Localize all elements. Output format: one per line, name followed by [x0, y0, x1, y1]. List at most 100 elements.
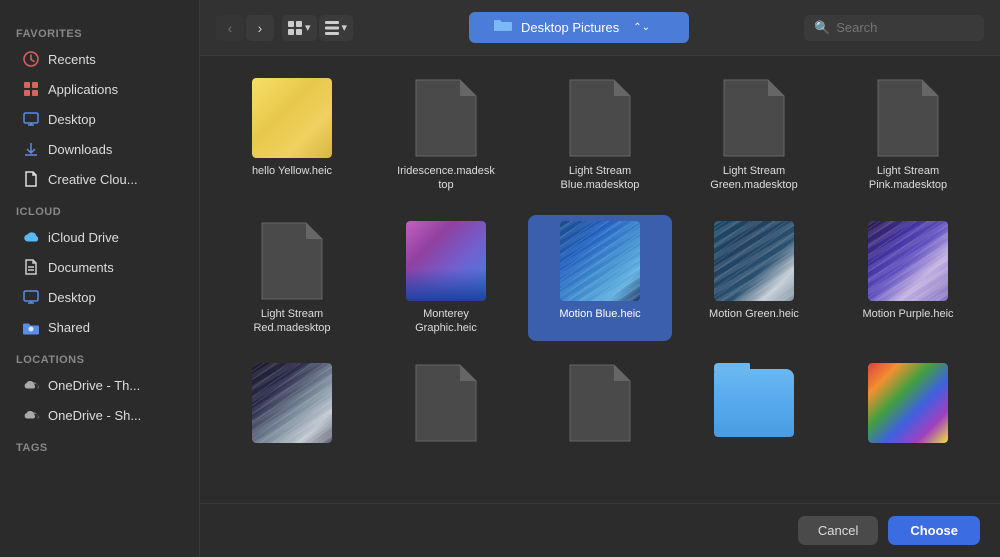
file-thumbnail — [406, 221, 486, 301]
choose-button[interactable]: Choose — [888, 516, 980, 545]
file-thumbnail — [868, 78, 948, 158]
file-name: Monterey Graphic.heic — [396, 307, 496, 336]
file-grid: hello Yellow.heic Iridescence.madesktop — [200, 56, 1000, 503]
location-bar: Desktop Pictures ⌃⌄ — [361, 12, 796, 43]
sidebar-item-documents[interactable]: Documents — [6, 253, 193, 281]
sidebar-item-label: Creative Clou... — [48, 172, 138, 187]
file-thumbnail — [252, 78, 332, 158]
file-item-ls-blue[interactable]: Light Stream Blue.madesktop — [528, 72, 672, 199]
arrow-down-icon — [22, 140, 40, 158]
generic-file-icon-3 — [720, 78, 788, 158]
view-chevron: ▾ — [305, 21, 311, 34]
sidebar-item-label: Documents — [48, 260, 114, 275]
cancel-button[interactable]: Cancel — [798, 516, 878, 545]
file-thumbnail — [560, 363, 640, 443]
bottom-bar: Cancel Choose — [200, 503, 1000, 557]
sidebar-item-shared[interactable]: Shared — [6, 313, 193, 341]
toolbar: ‹ › ▾ ▾ — [200, 0, 1000, 56]
sidebar-item-downloads[interactable]: Downloads — [6, 135, 193, 163]
search-input[interactable] — [836, 20, 974, 35]
file-item-monterey[interactable]: Monterey Graphic.heic — [374, 215, 518, 342]
sidebar-item-applications[interactable]: Applications — [6, 75, 193, 103]
view-icons-button[interactable]: ▾ — [282, 15, 317, 41]
sidebar-item-desktop-icloud[interactable]: Desktop — [6, 283, 193, 311]
folder-icon — [493, 17, 513, 38]
locations-section-label: Locations — [0, 350, 199, 370]
file-name: hello Yellow.heic — [252, 164, 332, 178]
file-thumbnail — [406, 363, 486, 443]
forward-button[interactable]: › — [246, 15, 274, 41]
file-item-folder[interactable] — [682, 357, 826, 455]
file-name: Light Stream Red.madesktop — [242, 307, 342, 336]
generic-file-icon-5 — [258, 221, 326, 301]
location-name: Desktop Pictures — [521, 20, 619, 35]
file-item-ls-green[interactable]: Light Stream Green.madesktop — [682, 72, 826, 199]
search-icon: 🔍 — [814, 20, 830, 36]
file-item-generic3[interactable] — [528, 357, 672, 455]
back-button[interactable]: ‹ — [216, 15, 244, 41]
sidebar-item-label: Downloads — [48, 142, 112, 157]
cloud-icon — [22, 228, 40, 246]
display-icon — [22, 110, 40, 128]
file-item-hello-yellow[interactable]: hello Yellow.heic — [220, 72, 364, 199]
file-item-motion-dark[interactable] — [220, 357, 364, 455]
generic-file-icon-4 — [874, 78, 942, 158]
sidebar-item-label: OneDrive - Th... — [48, 378, 140, 393]
generic-file-icon-7 — [566, 363, 634, 443]
file-name: Motion Green.heic — [709, 307, 799, 321]
display-icon-2 — [22, 288, 40, 306]
sidebar-item-label: Desktop — [48, 290, 96, 305]
search-bar: 🔍 — [804, 15, 984, 41]
sidebar-item-label: OneDrive - Sh... — [48, 408, 141, 423]
file-thumbnail — [560, 78, 640, 158]
file-item-colorful[interactable] — [836, 357, 980, 455]
icloud-section-label: iCloud — [0, 202, 199, 222]
file-item-motion-blue[interactable]: Motion Blue.heic — [528, 215, 672, 342]
clock-icon — [22, 50, 40, 68]
sidebar-item-icloud-drive[interactable]: iCloud Drive — [6, 223, 193, 251]
sidebar: Favorites Recents Applications — [0, 0, 200, 557]
file-name: Motion Purple.heic — [862, 307, 953, 321]
file-item-ls-pink[interactable]: Light Stream Pink.madesktop — [836, 72, 980, 199]
sidebar-item-label: iCloud Drive — [48, 230, 119, 245]
file-name: Light Stream Green.madesktop — [704, 164, 804, 193]
file-thumbnail — [252, 363, 332, 443]
location-dropdown[interactable]: Desktop Pictures ⌃⌄ — [469, 12, 689, 43]
view-buttons: ▾ ▾ — [282, 15, 353, 41]
sidebar-item-onedrive-sh[interactable]: OneDrive - Sh... — [6, 401, 193, 429]
sidebar-item-creative[interactable]: Creative Clou... — [6, 165, 193, 193]
file-thumbnail — [868, 363, 948, 443]
generic-file-icon-2 — [566, 78, 634, 158]
generic-file-icon-6 — [412, 363, 480, 443]
file-thumbnail — [714, 78, 794, 158]
favorites-section-label: Favorites — [0, 24, 199, 44]
generic-file-icon — [412, 78, 480, 158]
file-item-motion-green[interactable]: Motion Green.heic — [682, 215, 826, 342]
file-name: Light Stream Pink.madesktop — [858, 164, 958, 193]
view-list-button[interactable]: ▾ — [319, 15, 354, 41]
file-name: Motion Blue.heic — [559, 307, 640, 321]
file-thumbnail — [560, 221, 640, 301]
sidebar-item-label: Applications — [48, 82, 118, 97]
file-thumbnail — [868, 221, 948, 301]
file-item-motion-purple[interactable]: Motion Purple.heic — [836, 215, 980, 342]
sidebar-item-recents[interactable]: Recents — [6, 45, 193, 73]
sidebar-item-label: Recents — [48, 52, 96, 67]
file-name: Light Stream Blue.madesktop — [550, 164, 650, 193]
location-chevron-icon: ⌃⌄ — [633, 22, 650, 33]
sidebar-item-desktop[interactable]: Desktop — [6, 105, 193, 133]
sidebar-item-label: Shared — [48, 320, 90, 335]
file-item-generic2[interactable] — [374, 357, 518, 455]
file-thumbnail — [406, 78, 486, 158]
onedrive-icon-1 — [22, 376, 40, 394]
file-thumbnail — [252, 221, 332, 301]
nav-buttons: ‹ › — [216, 15, 274, 41]
sidebar-item-onedrive-th[interactable]: OneDrive - Th... — [6, 371, 193, 399]
file-thumbnail — [714, 221, 794, 301]
file-item-iridescence[interactable]: Iridescence.madesktop — [374, 72, 518, 199]
file-item-ls-red[interactable]: Light Stream Red.madesktop — [220, 215, 364, 342]
file-thumbnail — [714, 363, 794, 443]
file-name: Iridescence.madesktop — [396, 164, 496, 193]
file-icon — [22, 170, 40, 188]
grid-icon — [22, 80, 40, 98]
